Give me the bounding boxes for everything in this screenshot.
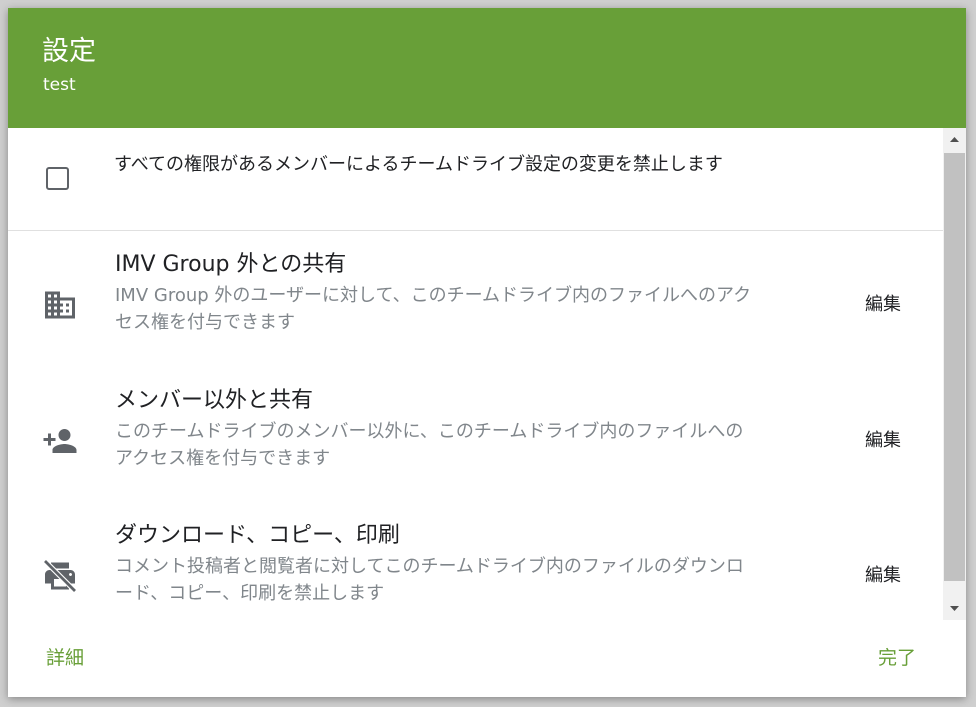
done-button[interactable]: 完了 [878,640,916,676]
settings-dialog: 設定 test すべての権限があるメンバーによるチームドライブ設定の変更を禁止し… [8,8,966,697]
edit-non-member-sharing-button[interactable]: 編集 [848,423,918,459]
setting-description: IMV Group 外のユーザーに対して、このチームドライブ内のファイルへのアク… [115,285,752,333]
restrict-setting-label: すべての権限があるメンバーによるチームドライブ設定の変更を禁止します [114,154,723,175]
restrict-setting-row: すべての権限があるメンバーによるチームドライブ設定の変更を禁止します [8,128,943,231]
dialog-footer: 詳細 完了 [8,620,966,697]
settings-content: すべての権限があるメンバーによるチームドライブ設定の変更を禁止します IMV G… [8,128,943,620]
dialog-header: 設定 test [8,8,966,128]
setting-title: IMV Group 外との共有 [115,252,347,277]
print-disabled-icon [42,558,78,594]
scroll-up-arrow-icon[interactable] [943,128,966,151]
restrict-setting-checkbox[interactable] [46,167,69,190]
scroll-down-arrow-icon[interactable] [943,597,966,620]
scrollbar-thumb[interactable] [944,153,965,581]
setting-title: ダウンロード、コピー、印刷 [115,523,400,548]
dialog-title: 設定 [42,36,96,67]
details-button[interactable]: 詳細 [46,640,84,676]
person-add-icon [42,423,78,459]
setting-description: このチームドライブのメンバー以外に、このチームドライブ内のファイルへのアクセス権… [115,421,744,469]
dialog-subtitle: test [43,75,76,95]
setting-row-download-copy-print: ダウンロード、コピー、印刷 コメント投稿者と閲覧者に対してこのチームドライブ内の… [8,521,943,620]
setting-title: メンバー以外と共有 [115,388,314,413]
vertical-scrollbar[interactable] [943,128,966,620]
domain-icon [42,287,78,323]
setting-description: コメント投稿者と閲覧者に対してこのチームドライブ内のファイルのダウンロード、コピ… [115,556,744,604]
setting-row-non-member-sharing: メンバー以外と共有 このチームドライブのメンバー以外に、このチームドライブ内のフ… [8,386,943,520]
setting-row-external-sharing: IMV Group 外との共有 IMV Group 外のユーザーに対して、このチ… [8,250,943,384]
edit-download-copy-print-button[interactable]: 編集 [848,558,918,594]
edit-external-sharing-button[interactable]: 編集 [848,287,918,323]
